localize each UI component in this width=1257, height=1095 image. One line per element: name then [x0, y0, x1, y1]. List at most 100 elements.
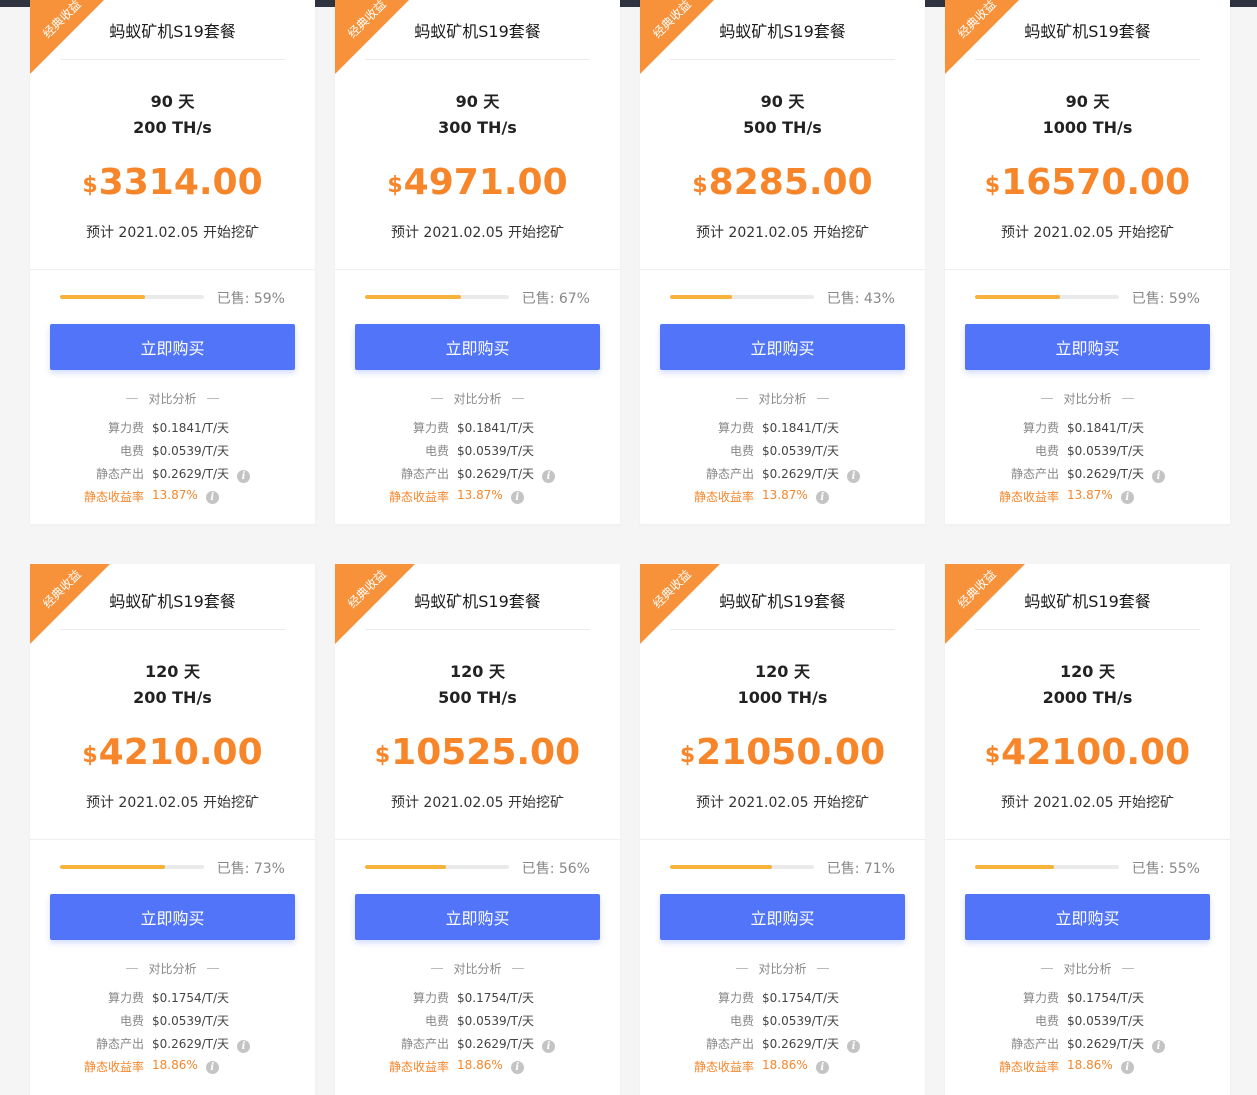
package-hashrate: 2000 TH/s — [1042, 688, 1133, 707]
currency-symbol: $ — [692, 173, 708, 198]
power-fee-value: $0.0539/T/天 — [152, 1014, 230, 1028]
hashrate-fee-label: 算力费 — [717, 991, 754, 1005]
static-output-value: $0.2629/T/天 i — [1067, 465, 1166, 483]
static-yield-value: 18.86% i — [1067, 1058, 1134, 1074]
buy-now-button[interactable]: 立即购买 — [355, 894, 600, 940]
static-yield-label: 静态收益率 — [83, 490, 144, 504]
package-row: 经典收益 蚂蚁矿机S19套餐 120 天 200 TH/s $4210.00 预… — [30, 564, 1230, 1095]
sold-progress-bar — [365, 865, 509, 869]
info-icon[interactable]: i — [1152, 470, 1166, 483]
static-yield-value: 18.86% i — [457, 1058, 524, 1074]
price-amount: 8285.00 — [708, 162, 873, 203]
sold-progress-fill — [365, 295, 462, 299]
divider — [945, 839, 1230, 840]
sold-progress-bar — [975, 865, 1119, 869]
power-fee-label: 电费 — [119, 1014, 144, 1028]
static-output-amount: $0.2629/T/天 — [152, 1037, 230, 1051]
info-icon[interactable]: i — [237, 1040, 251, 1053]
package-card: 经典收益 蚂蚁矿机S19套餐 120 天 500 TH/s $10525.00 … — [335, 564, 620, 1095]
sold-percentage: 已售: 55% — [1131, 861, 1200, 877]
divider — [365, 629, 590, 630]
package-price: $8285.00 — [640, 162, 925, 203]
hashrate-fee-value: $0.1754/T/天 — [152, 991, 230, 1005]
power-fee-value: $0.0539/T/天 — [762, 444, 840, 458]
info-icon[interactable]: i — [237, 470, 251, 483]
compare-analysis-heading: 对比分析 — [640, 390, 925, 407]
info-icon[interactable]: i — [1120, 491, 1134, 504]
static-output-value: $0.2629/T/天 i — [457, 1035, 556, 1053]
static-output-value: $0.2629/T/天 i — [762, 465, 861, 483]
static-output-value: $0.2629/T/天 i — [762, 1035, 861, 1053]
hashrate-fee-label: 算力费 — [1022, 991, 1059, 1005]
package-hashrate: 500 TH/s — [743, 118, 822, 137]
divider — [975, 629, 1200, 630]
power-fee-label: 电费 — [729, 1014, 754, 1028]
info-icon[interactable]: i — [510, 1061, 524, 1074]
buy-now-button[interactable]: 立即购买 — [50, 324, 295, 370]
buy-now-button[interactable]: 立即购买 — [660, 324, 905, 370]
info-icon[interactable]: i — [205, 1061, 219, 1074]
package-title: 蚂蚁矿机S19套餐 — [1024, 22, 1151, 41]
static-output-label: 静态产出 — [400, 467, 449, 481]
info-icon[interactable]: i — [815, 1061, 829, 1074]
buy-now-button[interactable]: 立即购买 — [965, 324, 1210, 370]
price-amount: 21050.00 — [696, 732, 886, 773]
buy-now-button[interactable]: 立即购买 — [355, 324, 600, 370]
package-hashrate: 200 TH/s — [133, 118, 212, 137]
sold-progress-bar — [60, 295, 204, 299]
price-amount: 16570.00 — [1001, 162, 1191, 203]
static-output-value: $0.2629/T/天 i — [457, 465, 556, 483]
sold-progress-fill — [60, 865, 166, 869]
power-fee-value: $0.0539/T/天 — [152, 444, 230, 458]
package-price: $16570.00 — [945, 162, 1230, 203]
compare-label: 对比分析 — [758, 392, 807, 406]
static-yield-label: 静态收益率 — [388, 490, 449, 504]
info-icon[interactable]: i — [1152, 1040, 1166, 1053]
static-output-amount: $0.2629/T/天 — [762, 1037, 840, 1051]
buy-now-button[interactable]: 立即购买 — [965, 894, 1210, 940]
package-title: 蚂蚁矿机S19套餐 — [719, 592, 846, 611]
package-price: $4971.00 — [335, 162, 620, 203]
divider — [945, 269, 1230, 270]
mining-start-date: 预计 2021.02.05 开始挖矿 — [695, 225, 870, 241]
info-icon[interactable]: i — [205, 491, 219, 504]
sold-percentage: 已售: 59% — [216, 291, 285, 307]
static-output-amount: $0.2629/T/天 — [1067, 1037, 1145, 1051]
info-icon[interactable]: i — [815, 491, 829, 504]
buy-now-button[interactable]: 立即购买 — [50, 894, 295, 940]
compare-label: 对比分析 — [453, 392, 502, 406]
currency-symbol: $ — [82, 743, 98, 768]
static-yield-label: 静态收益率 — [998, 1060, 1059, 1074]
currency-symbol: $ — [387, 173, 403, 198]
package-title: 蚂蚁矿机S19套餐 — [414, 22, 541, 41]
sold-progress-fill — [670, 295, 732, 299]
info-icon[interactable]: i — [542, 470, 556, 483]
info-icon[interactable]: i — [1120, 1061, 1134, 1074]
package-card: 经典收益 蚂蚁矿机S19套餐 90 天 500 TH/s $8285.00 预计… — [640, 0, 925, 524]
info-icon[interactable]: i — [847, 470, 861, 483]
buy-now-button[interactable]: 立即购买 — [660, 894, 905, 940]
package-price: $21050.00 — [640, 732, 925, 773]
sold-progress-fill — [670, 865, 773, 869]
static-yield-value: 13.87% i — [457, 488, 524, 504]
compare-label: 对比分析 — [148, 392, 197, 406]
info-icon[interactable]: i — [542, 1040, 556, 1053]
divider — [60, 59, 285, 60]
power-fee-label: 电费 — [119, 444, 144, 458]
power-fee-value: $0.0539/T/天 — [762, 1014, 840, 1028]
power-fee-value: $0.0539/T/天 — [457, 1014, 535, 1028]
currency-symbol: $ — [984, 173, 1001, 198]
static-output-label: 静态产出 — [1010, 1037, 1059, 1051]
static-output-amount: $0.2629/T/天 — [457, 1037, 535, 1051]
mining-start-date: 预计 2021.02.05 开始挖矿 — [1000, 225, 1175, 241]
static-yield-amount: 18.86% — [762, 1058, 808, 1072]
hashrate-fee-label: 算力费 — [107, 991, 144, 1005]
package-hashrate: 1000 TH/s — [737, 688, 828, 707]
static-output-label: 静态产出 — [95, 467, 144, 481]
info-icon[interactable]: i — [847, 1040, 861, 1053]
hashrate-fee-label: 算力费 — [412, 421, 449, 435]
compare-label: 对比分析 — [1063, 392, 1112, 406]
info-icon[interactable]: i — [510, 491, 524, 504]
package-title: 蚂蚁矿机S19套餐 — [719, 22, 846, 41]
sold-progress-fill — [60, 295, 145, 299]
